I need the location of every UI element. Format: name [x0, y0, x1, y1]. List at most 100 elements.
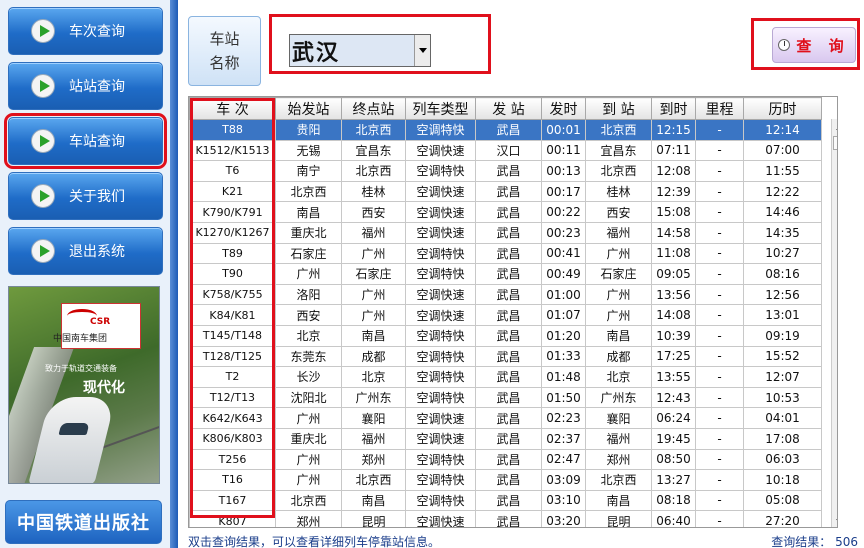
table-row[interactable]: T16 广州 北京西 空调特快 武昌 03:09 北京西 13:27-10:18 [189, 469, 822, 491]
nav-about-button[interactable]: 关于我们 [8, 172, 163, 220]
cell-train-type: 空调快速 [405, 283, 476, 306]
cell-origin: 长沙 [275, 366, 342, 388]
sidebar-divider [170, 0, 178, 548]
cell-train-type: 空调快速 [405, 180, 476, 203]
cell-arrive-station: 郑州 [585, 448, 652, 471]
cell-arrive-station: 成都 [585, 345, 652, 368]
cell-train-no: T16 [189, 469, 276, 491]
column-header[interactable]: 里程 [695, 97, 744, 120]
nav-station-query-button[interactable]: 车站查询 [4, 113, 167, 169]
table-row[interactable]: K642/K643 广州 襄阳 空调快速 武昌 02:23 襄阳 06:24-04:01 [189, 407, 822, 429]
cell-duration: 12:14 [743, 119, 822, 141]
column-header[interactable]: 列车类型 [405, 97, 476, 120]
cell-arrive-time: 13:56 [651, 283, 696, 306]
cell-arrive-time: 06:24 [651, 407, 696, 429]
table-row[interactable]: T12/T13 沈阳北 广州东 空调特快 武昌 01:50 广州东 12:43-10:53 [189, 386, 822, 409]
column-header[interactable]: 始发站 [275, 97, 342, 120]
play-icon [31, 184, 55, 208]
scroll-thumb[interactable] [833, 136, 837, 150]
result-count: 查询结果： 506 [771, 533, 858, 548]
nav-train-query-button[interactable]: 车次查询 [8, 7, 163, 55]
cell-train-type: 空调特快 [405, 366, 476, 388]
table-row[interactable]: K1512/K1513 无锡 宜昌东 空调快速 汉口 00:11 宜昌东 07:11-07:0… [189, 139, 822, 162]
cell-origin: 广州 [275, 407, 342, 429]
cell-train-type: 空调快速 [405, 304, 476, 326]
cell-train-type: 空调特快 [405, 345, 476, 368]
nav-station-to-station-button[interactable]: 站站查询 [8, 62, 163, 110]
cell-depart-station: 武昌 [475, 407, 542, 429]
table-row[interactable]: T89 石家庄 广州 空调特快 武昌 00:41 广州 11:08-10:27 [189, 242, 822, 265]
cell-origin: 南昌 [275, 201, 342, 223]
table-row[interactable]: T128/T125 东莞东 成都 空调特快 武昌 01:33 成都 17:25-15:52 [189, 345, 822, 368]
table-body: T88 贵阳 北京西 空调特快 武昌 00:01 北京西 12:15-12:14 K1512/K… [189, 119, 822, 527]
table-row[interactable]: K807 郑州 昆明 空调快速 武昌 03:20 昆明 06:40-27:20 [189, 510, 822, 527]
query-button-label: 查 询 [796, 36, 850, 55]
station-select-highlight: 武汉 [269, 14, 491, 74]
cell-terminal: 成都 [341, 345, 406, 368]
table-row[interactable]: K84/K81 西安 广州 空调快速 武昌 01:07 广州 14:08-13:01 [189, 304, 822, 326]
cell-duration: 12:22 [743, 180, 822, 203]
cell-depart-time: 02:37 [541, 427, 586, 450]
table-row[interactable]: T6 南宁 北京西 空调特快 武昌 00:13 北京西 12:08-11:55 [189, 160, 822, 182]
sidebar: 车次查询 站站查询 车站查询 关于我们 退出系统 CSR 中国南车集团 致力于轨… [0, 0, 170, 548]
table-row[interactable]: K1270/K1267 重庆北 福州 空调快速 武昌 00:23 福州 14:58-14:35 [189, 221, 822, 244]
publisher-logo: 中国铁道出版社 [5, 500, 162, 544]
cell-depart-station: 武昌 [475, 160, 542, 182]
query-button-highlight: 查 询 [751, 18, 860, 70]
table-row[interactable]: T2 长沙 北京 空调特快 武昌 01:48 北京 13:55-12:07 [189, 366, 822, 388]
cell-depart-station: 武昌 [475, 324, 542, 347]
cell-depart-time: 01:50 [541, 386, 586, 409]
cell-origin: 南宁 [275, 160, 342, 182]
column-header[interactable]: 终点站 [341, 97, 406, 120]
table-row[interactable]: T90 广州 石家庄 空调特快 武昌 00:49 石家庄 09:05-08:16 [189, 263, 822, 285]
cell-terminal: 宜昌东 [341, 139, 406, 162]
cell-depart-time: 00:01 [541, 119, 586, 141]
cell-arrive-time: 11:08 [651, 242, 696, 265]
table-row[interactable]: T256 广州 郑州 空调特快 武昌 02:47 郑州 08:50-06:03 [189, 448, 822, 471]
table-row[interactable]: K21 北京西 桂林 空调快速 武昌 00:17 桂林 12:39-12:22 [189, 180, 822, 203]
banner-slogan: 致力于轨道交通装备 [45, 364, 117, 373]
cell-depart-time: 01:07 [541, 304, 586, 326]
column-header[interactable]: 发 站 [475, 97, 542, 120]
scroll-down-icon[interactable] [832, 513, 837, 527]
table-row[interactable]: T88 贵阳 北京西 空调特快 武昌 00:01 北京西 12:15-12:14 [189, 119, 822, 141]
column-header[interactable]: 到时 [651, 97, 696, 120]
cell-depart-time: 00:22 [541, 201, 586, 223]
cell-depart-station: 武昌 [475, 221, 542, 244]
column-header[interactable]: 到 站 [585, 97, 652, 120]
table-row[interactable]: K806/K803 重庆北 福州 空调快速 武昌 02:37 福州 19:45-17:08 [189, 427, 822, 450]
cell-distance: - [695, 366, 744, 388]
cell-distance: - [695, 119, 744, 141]
column-header[interactable]: 发时 [541, 97, 586, 120]
table-row[interactable]: K758/K755 洛阳 广州 空调快速 武昌 01:00 广州 13:56-12:56 [189, 283, 822, 306]
cell-train-no: K642/K643 [189, 407, 276, 429]
cell-train-type: 空调特快 [405, 448, 476, 471]
cell-distance: - [695, 407, 744, 429]
station-select[interactable]: 武汉 [289, 34, 431, 67]
column-header[interactable]: 车 次 [189, 97, 276, 120]
cell-arrive-station: 福州 [585, 427, 652, 450]
cell-depart-time: 01:20 [541, 324, 586, 347]
csr-logo-text: CSR [90, 317, 111, 327]
play-icon [31, 129, 55, 153]
cell-depart-station: 武昌 [475, 180, 542, 203]
cell-duration: 10:27 [743, 242, 822, 265]
table-row[interactable]: T145/T148 北京 南昌 空调特快 武昌 01:20 南昌 10:39-09:19 [189, 324, 822, 347]
scroll-up-icon[interactable] [832, 119, 837, 135]
cell-depart-time: 01:48 [541, 366, 586, 388]
results-table[interactable]: 车 次 始发站 终点站 列车类型 发 站 发时 到 站 到时 里程 历时 T88… [188, 96, 838, 528]
station-label-line2: 名称 [209, 54, 240, 72]
cell-train-type: 空调特快 [405, 160, 476, 182]
cell-depart-station: 武昌 [475, 448, 542, 471]
cell-arrive-station: 昆明 [585, 510, 652, 527]
table-row[interactable]: T167 北京西 南昌 空调特快 武昌 03:10 南昌 08:18-05:08 [189, 489, 822, 512]
play-icon [31, 74, 55, 98]
query-button[interactable]: 查 询 [772, 27, 856, 63]
cell-distance: - [695, 489, 744, 512]
table-row[interactable]: K790/K791 南昌 西安 空调快速 武昌 00:22 西安 15:08-14:46 [189, 201, 822, 223]
chevron-down-icon[interactable] [414, 35, 430, 66]
cell-depart-time: 02:23 [541, 407, 586, 429]
nav-exit-button[interactable]: 退出系统 [8, 227, 163, 275]
column-header[interactable]: 历时 [743, 97, 822, 120]
vertical-scrollbar[interactable] [831, 119, 837, 527]
